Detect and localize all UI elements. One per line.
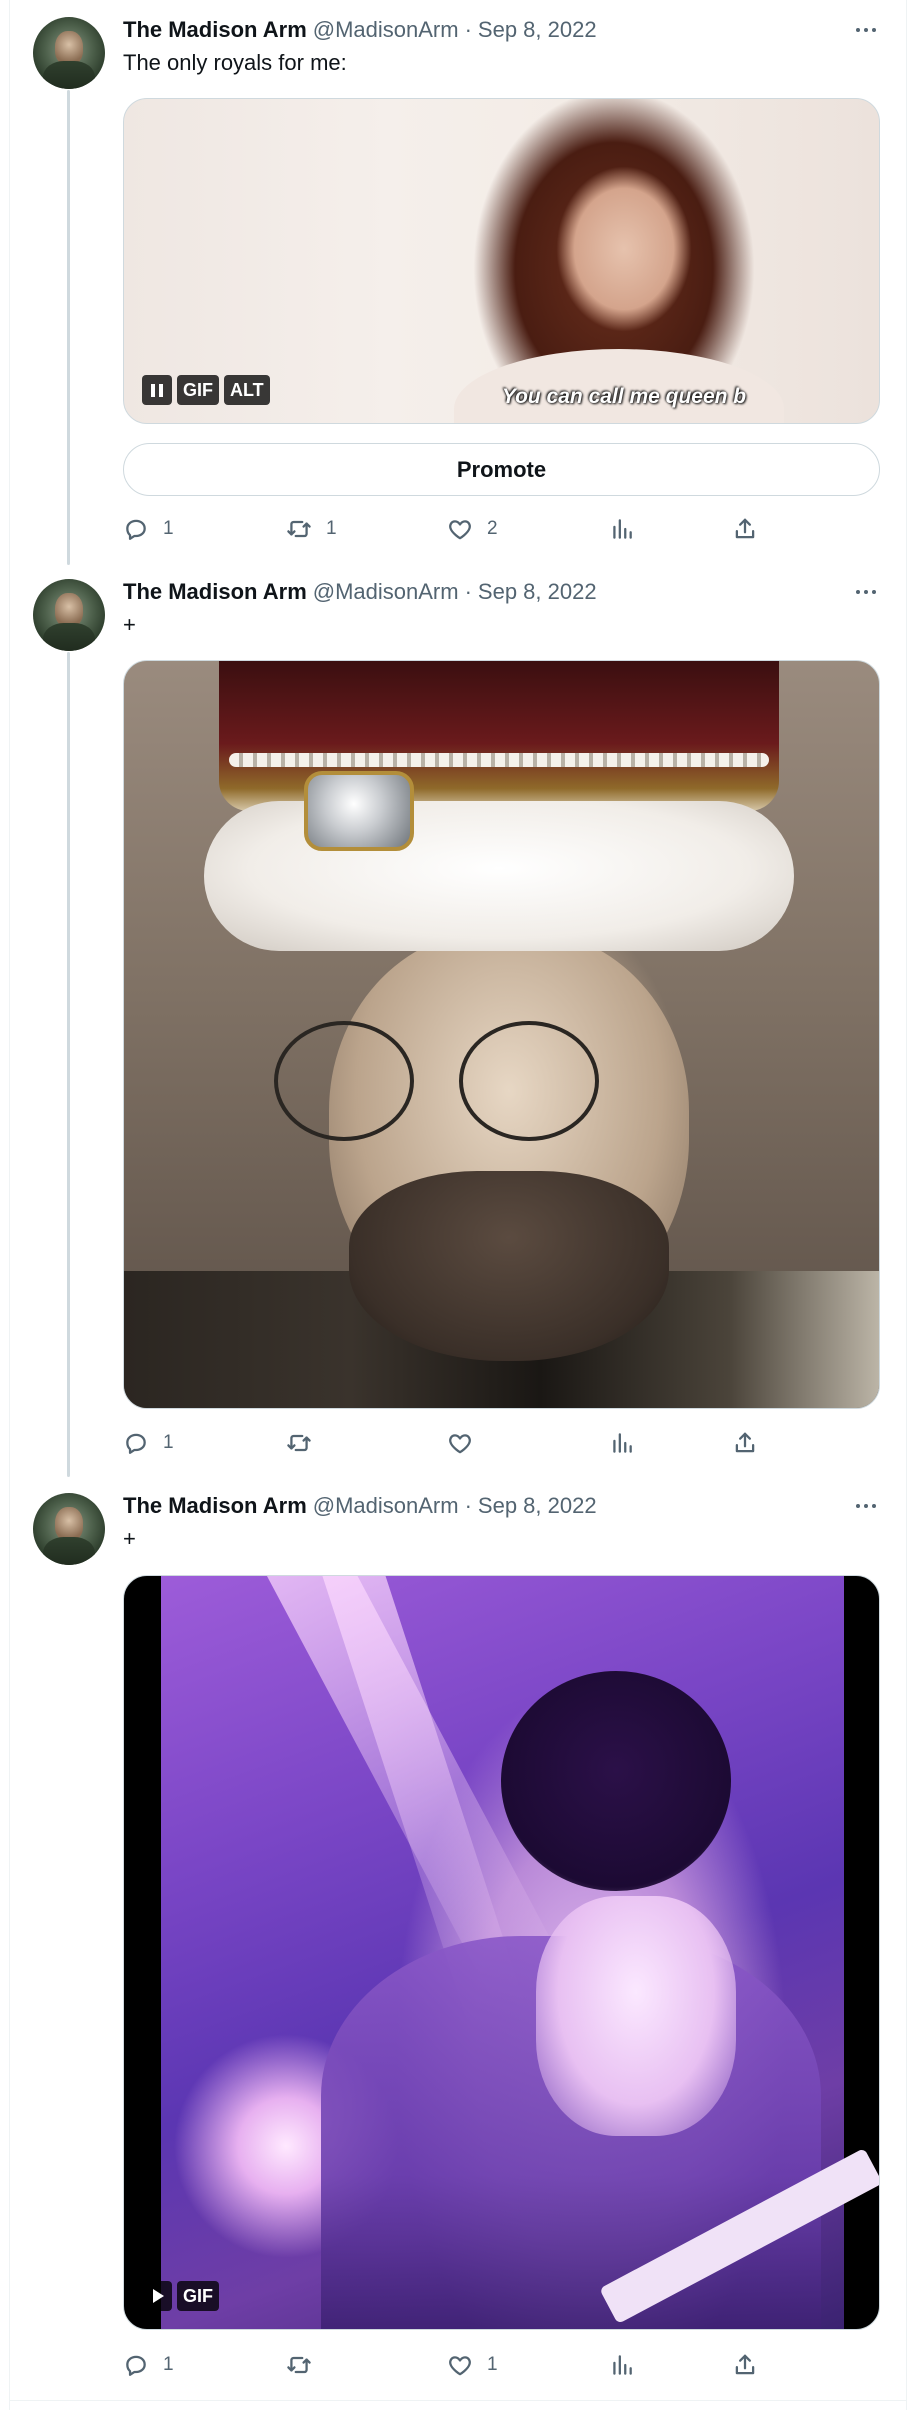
more-icon[interactable] xyxy=(848,15,884,45)
retweet-icon xyxy=(287,1434,311,1452)
glasses-lens xyxy=(274,1021,414,1141)
play-icon[interactable] xyxy=(142,2281,172,2311)
like-count: 1 xyxy=(487,2354,498,2375)
reply-count: 1 xyxy=(163,518,174,539)
tweet-header: The Madison Arm @MadisonArm · Sep 8, 202… xyxy=(123,15,597,45)
separator: · xyxy=(464,17,472,42)
timeline-divider xyxy=(9,2400,907,2401)
share-button[interactable] xyxy=(732,1428,758,1458)
retweet-icon xyxy=(287,520,311,538)
tweet-text: + xyxy=(123,612,136,637)
like-icon xyxy=(449,520,471,540)
gif-media[interactable]: You can call me queen b GIF ALT xyxy=(123,98,880,424)
tweet-date[interactable]: Sep 8, 2022 xyxy=(478,1493,597,1519)
image-gem xyxy=(304,771,414,851)
thread-line xyxy=(67,652,70,1477)
views-icon xyxy=(613,1433,632,1453)
separator: · xyxy=(464,579,472,604)
retweet-count: 1 xyxy=(326,518,337,539)
retweet-button[interactable] xyxy=(286,1428,326,1458)
more-icon[interactable] xyxy=(848,577,884,607)
author-handle[interactable]: @MadisonArm xyxy=(313,579,459,605)
like-button[interactable]: 2 xyxy=(447,514,498,544)
tweet-date[interactable]: Sep 8, 2022 xyxy=(478,579,597,605)
views-icon xyxy=(613,2355,632,2375)
image-beard xyxy=(349,1171,669,1361)
reply-button[interactable]: 1 xyxy=(123,2350,174,2380)
like-button[interactable] xyxy=(447,1428,487,1458)
like-button[interactable]: 1 xyxy=(447,2350,498,2380)
gif-media[interactable]: GIF xyxy=(123,1575,880,2330)
avatar[interactable] xyxy=(33,579,105,651)
image-crown xyxy=(219,661,779,811)
share-button[interactable] xyxy=(732,514,758,544)
views-button[interactable] xyxy=(609,1428,635,1458)
gif-badge: GIF xyxy=(177,375,219,405)
tweet-header: The Madison Arm @MadisonArm · Sep 8, 202… xyxy=(123,1491,597,1521)
tweet-text: The only royals for me: xyxy=(123,50,347,75)
views-button[interactable] xyxy=(609,514,635,544)
image-media[interactable] xyxy=(123,660,880,1409)
image-fur xyxy=(204,801,794,951)
tweet-date[interactable]: Sep 8, 2022 xyxy=(478,17,597,43)
separator: · xyxy=(464,1493,472,1518)
gif-scene xyxy=(161,1576,879,2329)
reply-icon xyxy=(126,2355,146,2376)
share-button[interactable] xyxy=(732,2350,758,2380)
thread-line xyxy=(67,90,70,565)
retweet-button[interactable] xyxy=(286,2350,326,2380)
reply-count: 1 xyxy=(163,1432,174,1453)
author-name[interactable]: The Madison Arm xyxy=(123,17,307,43)
share-icon xyxy=(735,518,755,539)
tweet-actions: 1 1 xyxy=(123,2350,763,2380)
gif-caption: You can call me queen b xyxy=(501,385,747,408)
views-button[interactable] xyxy=(609,2350,635,2380)
tweet-text: + xyxy=(123,1526,136,1551)
author-handle[interactable]: @MadisonArm xyxy=(313,1493,459,1519)
author-handle[interactable]: @MadisonArm xyxy=(313,17,459,43)
like-icon xyxy=(449,2356,471,2376)
avatar[interactable] xyxy=(33,1493,105,1565)
avatar[interactable] xyxy=(33,17,105,89)
gif-badge: GIF xyxy=(177,2281,219,2311)
author-name[interactable]: The Madison Arm xyxy=(123,579,307,605)
retweet-icon xyxy=(287,2356,311,2374)
tweet-header: The Madison Arm @MadisonArm · Sep 8, 202… xyxy=(123,577,597,607)
tweet-actions: 1 xyxy=(123,1428,763,1458)
gif-ruffle xyxy=(536,1896,736,2136)
glasses-lens xyxy=(459,1021,599,1141)
reply-icon xyxy=(126,519,146,540)
promote-button[interactable]: Promote xyxy=(123,443,880,496)
share-icon xyxy=(735,1432,755,1453)
media-badges: GIF ALT xyxy=(142,375,270,405)
gif-hair xyxy=(501,1671,731,1891)
image-pearls xyxy=(229,753,769,767)
tweet-actions: 1 1 2 xyxy=(123,514,763,544)
media-badges: GIF xyxy=(142,2281,219,2311)
reply-icon xyxy=(126,1433,146,1454)
like-count: 2 xyxy=(487,518,498,539)
more-icon[interactable] xyxy=(848,1491,884,1521)
reply-button[interactable]: 1 xyxy=(123,1428,174,1458)
alt-badge[interactable]: ALT xyxy=(224,375,270,405)
retweet-button[interactable]: 1 xyxy=(286,514,337,544)
like-icon xyxy=(449,1434,471,1454)
pause-icon[interactable] xyxy=(142,375,172,405)
views-icon xyxy=(613,519,632,539)
reply-count: 1 xyxy=(163,2354,174,2375)
reply-button[interactable]: 1 xyxy=(123,514,174,544)
author-name[interactable]: The Madison Arm xyxy=(123,1493,307,1519)
share-icon xyxy=(735,2354,755,2375)
